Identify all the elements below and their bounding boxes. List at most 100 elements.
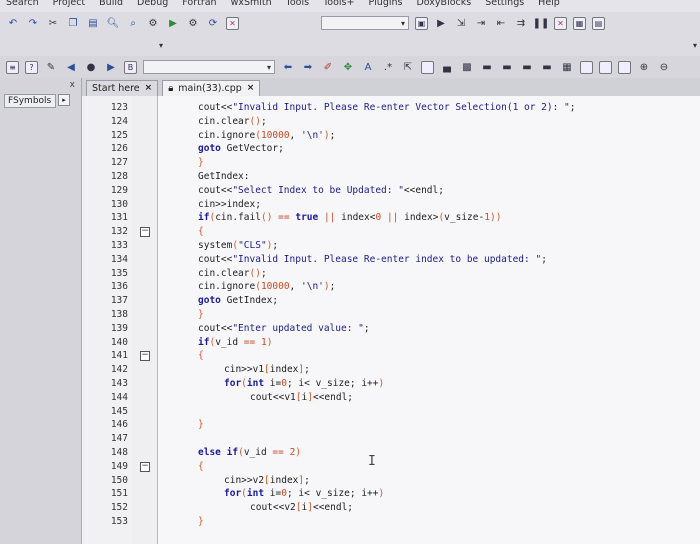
close-icon[interactable]: x [70,80,75,90]
window2-icon[interactable] [599,60,612,74]
code-line[interactable]: 125 cin.ignore(10000, '\n'); [82,130,700,142]
build-run-icon[interactable]: ⚙ [186,16,200,30]
abort-icon[interactable]: ✕ [226,16,239,30]
debug-window-icon[interactable]: ▣ [415,16,428,30]
brush-icon[interactable]: ✎ [44,60,58,74]
code-editor[interactable]: I 123 cout<<"Invalid Input. Please Re-ent… [82,96,700,544]
fsymbols-tab[interactable]: FSymbols [4,94,56,108]
step-over-icon[interactable]: ⇥ [474,16,488,30]
menu-item-help[interactable]: Help [538,0,560,12]
zoom-in-icon[interactable]: ⊕ [637,60,651,74]
image-icon[interactable]: ▄ [440,60,454,74]
paste-icon[interactable]: ▤ [86,16,100,30]
debug-run-icon[interactable]: ▶ [434,16,448,30]
window3-icon[interactable] [618,60,631,74]
code-line[interactable]: 132 − { [82,226,700,238]
search-combo[interactable]: ▾ [143,60,275,74]
rebuild-icon[interactable]: ⟳ [206,16,220,30]
code-line[interactable]: 133 system("CLS"); [82,240,700,252]
toggle-comment-icon[interactable]: ≡ [6,60,19,74]
cut-icon[interactable]: ✂ [46,16,60,30]
code-line[interactable]: 123 cout<<"Invalid Input. Please Re-enter… [82,102,700,114]
wildcard-icon[interactable]: .* [381,60,395,74]
jump-back-icon[interactable]: ◀ [64,60,78,74]
code-line[interactable]: 152 cout<<v2[i]<<endl; [82,502,700,514]
code-line[interactable]: 153} [82,516,700,528]
redo-icon[interactable]: ↷ [26,16,40,30]
code-line[interactable]: 131 if(cin.fail() == true || index<0 || i… [82,212,700,224]
menu-item-doxyblocks[interactable]: DoxyBlocks [416,0,471,12]
code-line[interactable]: 128 GetIndex: [82,171,700,183]
build-icon[interactable]: ⚙ [146,16,160,30]
code-line[interactable]: 135 cin.clear(); [82,268,700,280]
menu-item-tools-[interactable]: Tools+ [323,0,354,12]
copy-icon[interactable]: ❐ [66,16,80,30]
menu-item-tools[interactable]: Tools [286,0,309,12]
menu-item-project[interactable]: Project [53,0,86,12]
code-line[interactable]: 151 for(int i=0; i< v_size; i++) [82,488,700,500]
highlight-icon[interactable]: ✐ [321,60,335,74]
fold-toggle-icon[interactable]: − [140,227,150,238]
code-line[interactable]: 141 − { [82,350,700,362]
menu-item-fortran[interactable]: Fortran [182,0,216,12]
build-target-dropdown[interactable]: ▾ [321,16,409,30]
menu-item-wxsmith[interactable]: wxSmith [231,0,272,12]
undo-icon[interactable]: ↶ [6,16,20,30]
zoom-out-icon[interactable]: ⊖ [657,60,671,74]
run-icon[interactable]: ▶ [166,16,180,30]
back-arrow-icon[interactable]: ⬅ [281,60,295,74]
bookmark-icon[interactable]: ● [84,60,98,74]
code-line[interactable]: 145 [82,406,700,418]
code-line[interactable]: 142 cin>>v1[index]; [82,364,700,376]
code-line[interactable]: 146} [82,419,700,431]
debug-info-icon[interactable]: ▤ [592,16,605,30]
line3-icon[interactable]: ▬ [520,60,534,74]
step-out-icon[interactable]: ⇤ [494,16,508,30]
code-line[interactable]: 130 cin>>index; [82,199,700,211]
line-icon[interactable]: ▬ [480,60,494,74]
doxy-icon[interactable]: B [124,60,137,74]
code-line[interactable]: 147 [82,433,700,445]
line4-icon[interactable]: ▬ [540,60,554,74]
code-line[interactable]: 136 cin.ignore(10000, '\n'); [82,281,700,293]
abc-icon[interactable]: ▩ [460,60,474,74]
menu-item-build[interactable]: Build [99,0,123,12]
chevron-right-icon[interactable]: ▸ [58,94,70,106]
forward-arrow-icon[interactable]: ➡ [301,60,315,74]
close-tab-icon[interactable]: × [247,81,255,96]
window1-icon[interactable] [580,60,593,74]
debug-windows-icon[interactable]: ▦ [573,16,586,30]
code-line[interactable]: 140 if(v_id == 1) [82,337,700,349]
match-icon[interactable]: ✥ [341,60,355,74]
tab-start-here[interactable]: Start here × [86,80,159,96]
pause-icon[interactable]: ❚❚ [533,16,550,30]
step-into-icon[interactable]: ⇲ [454,16,468,30]
code-line[interactable]: 148 else if(v_id == 2) [82,447,700,459]
code-line[interactable]: 149 − { [82,461,700,473]
code-line[interactable]: 129 cout<<"Select Index to be Updated: "<… [82,185,700,197]
find-icon[interactable]: 🔍︎ [106,16,120,30]
code-line[interactable]: 134 cout<<"Invalid Input. Please Re-enter… [82,254,700,266]
insert-box-icon[interactable] [421,60,434,74]
code-line[interactable]: 124 cin.clear(); [82,116,700,128]
code-line[interactable]: 137 goto GetIndex; [82,295,700,307]
code-line[interactable]: 150 cin>>v2[index]; [82,475,700,487]
code-line[interactable]: 139 cout<<"Enter updated value: "; [82,323,700,335]
code-line[interactable]: 126 goto GetVector; [82,143,700,155]
stop-debug-icon[interactable]: ✕ [554,16,567,30]
menu-item-settings[interactable]: Settings [485,0,524,12]
fold-toggle-icon[interactable]: − [140,351,150,362]
jump-forward-icon[interactable]: ▶ [104,60,118,74]
code-line[interactable]: 143 for(int i=0; i< v_size; i++) [82,378,700,390]
code-line[interactable]: 144 cout<<v1[i]<<endl; [82,392,700,404]
menu-item-debug[interactable]: Debug [137,0,168,12]
replace-icon[interactable]: ⌕ [126,16,140,30]
line2-icon[interactable]: ▬ [500,60,514,74]
tab-main-cpp[interactable]: 🔒︎ main(33).cpp × [162,80,261,96]
grid-icon[interactable]: ▦ [560,60,574,74]
select-icon[interactable]: ⇱ [401,60,415,74]
next-instruction-icon[interactable]: ⇉ [514,16,528,30]
code-line[interactable]: 138} [82,309,700,321]
fold-toggle-icon[interactable]: − [140,461,150,472]
function-dropdown[interactable]: ▾ [688,38,700,52]
